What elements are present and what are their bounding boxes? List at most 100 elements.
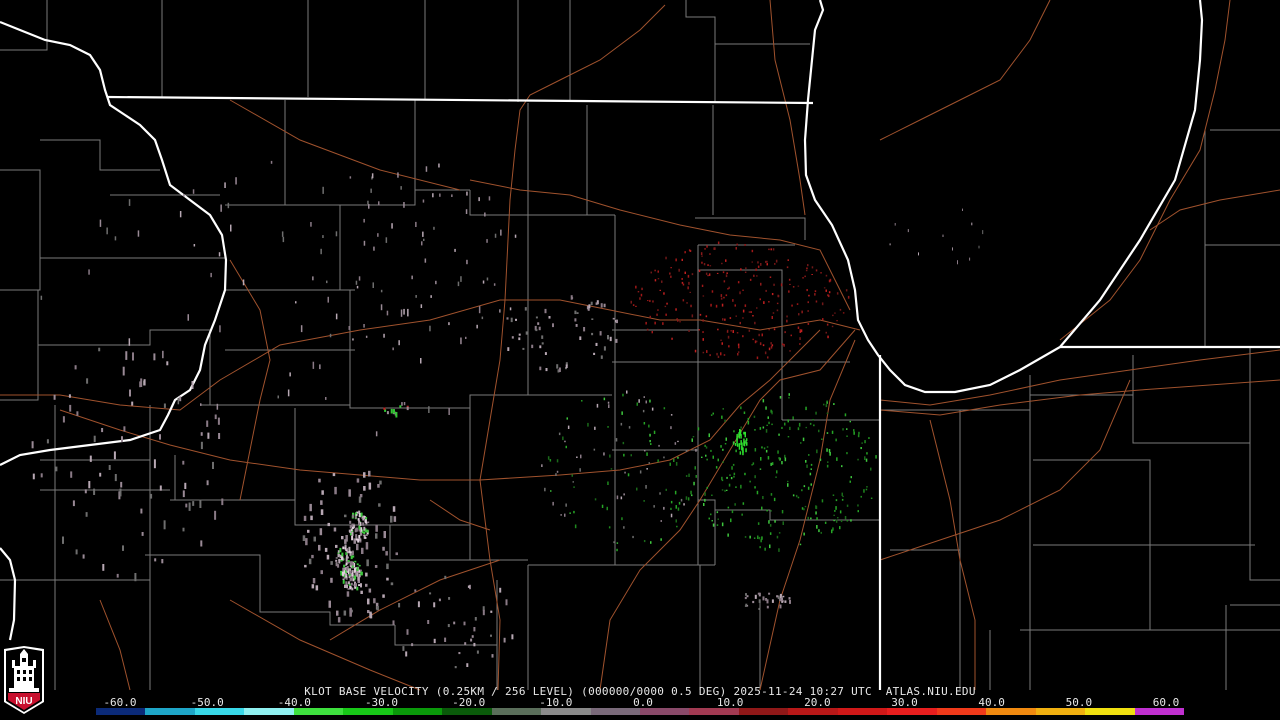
echo-pixel: [375, 533, 378, 539]
echo-pixel: [522, 347, 525, 350]
echo-pixel: [652, 300, 654, 303]
echo-pixel: [354, 515, 357, 519]
echo-pixel: [385, 237, 388, 243]
echo-pixel: [846, 435, 848, 437]
echo-pixel: [714, 247, 716, 250]
echo-pixel: [392, 620, 395, 626]
echo-pixel: [642, 409, 645, 413]
echo-pixel: [835, 499, 838, 502]
echo-pixel: [368, 470, 371, 477]
echo-pixel: [139, 381, 141, 388]
echo-pixel: [337, 617, 341, 623]
echo-pixel: [346, 550, 349, 553]
echo-pixel: [310, 515, 313, 521]
echo-pixel: [348, 489, 351, 497]
echo-pixel: [574, 318, 577, 322]
echo-pixel: [367, 610, 370, 614]
echo-pixel: [691, 273, 694, 276]
echo-pixel: [403, 202, 405, 208]
echo-pixel: [122, 545, 124, 551]
echo-pixel: [665, 313, 667, 316]
echo-pixel: [330, 577, 333, 583]
echo-pixel: [570, 295, 573, 300]
echo-pixel: [465, 336, 467, 339]
echo-pixel: [311, 584, 315, 589]
echo-pixel: [379, 480, 382, 485]
colorbar-segment: [986, 708, 1036, 715]
echo-pixel: [356, 563, 359, 566]
echo-pixel: [777, 294, 779, 297]
legend-tick-label: -60.0: [103, 696, 137, 709]
echo-pixel: [632, 304, 635, 306]
echo-pixel: [756, 490, 759, 495]
echo-pixel: [702, 319, 704, 322]
echo-pixel: [356, 572, 359, 577]
echo-pixel: [524, 307, 527, 311]
echo-pixel: [218, 252, 221, 257]
echo-pixel: [564, 440, 566, 443]
echo-pixel: [55, 466, 58, 472]
echo-pixel: [768, 248, 770, 251]
echo-pixel: [514, 234, 517, 238]
echo-pixel: [576, 312, 579, 314]
echo-pixel: [210, 272, 212, 278]
echo-pixel: [386, 563, 389, 570]
echo-pixel: [650, 541, 652, 544]
echo-pixel: [826, 401, 828, 403]
echo-pixel: [439, 193, 441, 197]
echo-pixel: [732, 299, 734, 302]
echo-pixel: [771, 599, 774, 603]
echo-pixel: [153, 353, 156, 361]
echo-pixel: [359, 494, 363, 498]
echo-pixel: [764, 547, 766, 551]
echo-pixel: [326, 280, 328, 284]
echo-pixel: [128, 199, 131, 206]
echo-pixel: [702, 331, 704, 333]
echo-pixel: [499, 309, 501, 313]
echo-pixel: [720, 445, 722, 448]
echo-pixel: [62, 416, 65, 423]
echo-pixel: [770, 342, 772, 345]
echo-pixel: [721, 476, 723, 480]
echo-pixel: [367, 598, 370, 605]
echo-pixel: [659, 492, 661, 495]
echo-pixel: [93, 488, 96, 495]
echo-pixel: [349, 520, 352, 524]
echo-pixel: [675, 519, 677, 523]
echo-pixel: [358, 584, 361, 586]
echo-pixel: [200, 432, 203, 436]
echo-pixel: [786, 315, 788, 318]
echo-pixel: [344, 584, 346, 588]
echo-pixel: [368, 482, 372, 490]
echo-pixel: [88, 269, 90, 275]
echo-pixel: [738, 443, 741, 450]
echo-pixel: [662, 322, 664, 325]
echo-pixel: [670, 275, 672, 278]
echo-pixel: [736, 243, 738, 246]
echo-pixel: [811, 266, 814, 269]
echo-pixel: [758, 599, 761, 603]
echo-pixel: [673, 458, 675, 462]
echo-pixel: [770, 510, 772, 512]
echo-pixel: [335, 313, 338, 320]
echo-pixel: [716, 352, 718, 356]
echo-pixel: [781, 461, 783, 465]
echo-pixel: [839, 510, 842, 514]
echo-pixel: [712, 455, 714, 459]
echo-pixel: [350, 582, 353, 586]
echo-pixel: [541, 335, 544, 339]
echo-pixel: [733, 430, 735, 433]
echo-pixel: [731, 510, 734, 514]
colorbar-segment: [936, 708, 987, 715]
echo-pixel: [565, 445, 567, 449]
echo-pixel: [833, 514, 835, 516]
echo-pixel: [809, 472, 812, 476]
echo-pixel: [751, 249, 754, 253]
echo-pixel: [768, 347, 771, 351]
echo-pixel: [421, 241, 423, 246]
echo-pixel: [628, 426, 631, 429]
echo-pixel: [365, 335, 368, 338]
echo-pixel: [184, 482, 187, 489]
echo-pixel: [746, 442, 748, 446]
echo-pixel: [804, 275, 806, 278]
